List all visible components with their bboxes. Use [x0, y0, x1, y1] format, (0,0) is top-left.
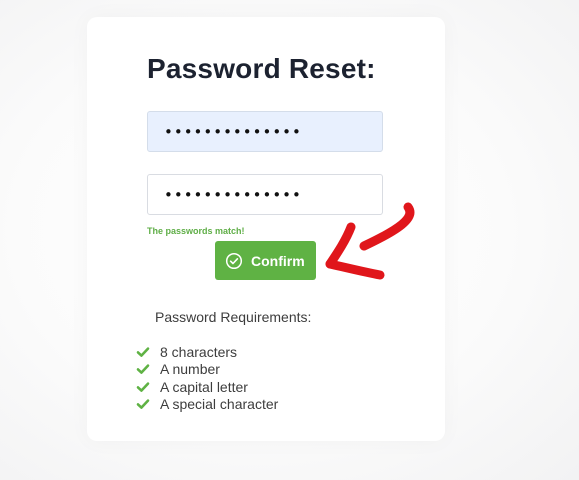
checkmark-icon [136, 380, 150, 394]
confirm-password-input[interactable] [147, 174, 383, 215]
confirm-button[interactable]: Confirm [215, 241, 316, 280]
checkmark-icon [136, 345, 150, 359]
requirement-item: A number [136, 361, 278, 379]
new-password-input[interactable] [147, 111, 383, 152]
requirement-item: 8 characters [136, 343, 278, 361]
requirements-list: 8 characters A number A capital letter A… [136, 343, 278, 413]
confirm-button-label: Confirm [251, 252, 305, 269]
requirement-label: A number [160, 361, 220, 378]
page-title: Password Reset: [147, 53, 376, 84]
requirement-item: A special character [136, 396, 278, 414]
requirement-item: A capital letter [136, 378, 278, 396]
checkmark-icon [136, 362, 150, 376]
password-reset-card: Password Reset: The passwords match! Con… [87, 17, 445, 441]
passwords-match-message: The passwords match! [147, 226, 245, 236]
requirements-heading: Password Requirements: [155, 309, 312, 325]
check-circle-icon [225, 252, 243, 270]
requirement-label: 8 characters [160, 343, 238, 360]
checkmark-icon [136, 397, 150, 411]
requirement-label: A special character [160, 396, 279, 413]
requirement-label: A capital letter [160, 378, 248, 395]
